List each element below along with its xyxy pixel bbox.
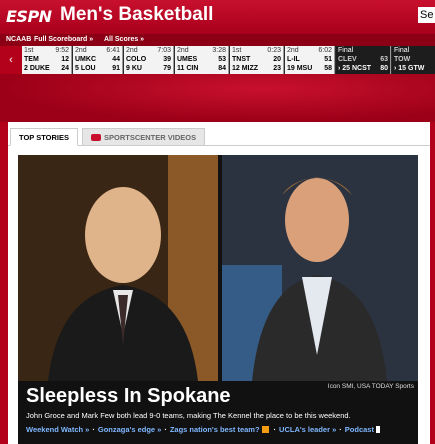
story-blurb: John Groce and Mark Few both lead 9-0 te… <box>26 411 351 420</box>
tab-sportscenter-videos[interactable]: SPORTSCENTER VIDEOS <box>82 128 206 146</box>
game-card[interactable]: 2nd 6:02 L-IL 51 19 MSU 58 <box>285 46 335 74</box>
audio-icon <box>375 426 383 433</box>
tab-label: SPORTSCENTER VIDEOS <box>104 133 197 142</box>
game-card[interactable]: 1st 0:23 TNST 20 12 MIZZ 23 <box>230 46 284 74</box>
link-uclas-leader[interactable]: UCLA's leader » <box>279 425 336 434</box>
header-bar: ESPN Men's Basketball Se <box>0 0 435 34</box>
game-card[interactable]: Final CLEV 63 › 25 NCST 80 <box>336 46 391 74</box>
insider-icon <box>261 426 269 433</box>
espn-logo[interactable]: ESPN <box>6 7 52 26</box>
scoreboard-nav: NCAAB Full Scoreboard » All Scores » <box>0 34 435 46</box>
story-headline[interactable]: Sleepless In Spokane <box>26 385 231 408</box>
game-card[interactable]: 1st 9:52 TEM 12 2 DUKE 24 <box>22 46 72 74</box>
header-background <box>0 74 435 122</box>
search-input[interactable]: Se <box>418 7 435 23</box>
coach-photo-left <box>18 155 218 381</box>
link-zags-best-team[interactable]: Zags nation's best team? <box>170 425 260 434</box>
game-card[interactable]: 2nd 7:03 COLO 39 9 KU 79 <box>124 46 174 74</box>
video-icon <box>91 134 101 141</box>
tab-top-stories[interactable]: TOP STORIES <box>10 128 79 146</box>
game-card[interactable]: 2nd 6:41 UMKC 44 5 LOU 91 <box>73 46 123 74</box>
link-podcast[interactable]: Podcast <box>345 425 374 434</box>
scoreboard: ‹ 1st 9:52 TEM 12 2 DUKE 24 2nd 6:41 UMKC 44 … <box>0 46 435 74</box>
game-card[interactable]: 2nd 3:28 UMES 53 11 CIN 84 <box>175 46 229 74</box>
scroll-left-button[interactable]: ‹ <box>0 46 22 74</box>
hero-story[interactable]: Icon SMI, USA TODAY Sports Sleepless In … <box>18 155 418 444</box>
photo-credit: Icon SMI, USA TODAY Sports <box>327 383 414 390</box>
tab-bar: TOP STORIES SPORTSCENTER VIDEOS <box>8 128 430 146</box>
page-title[interactable]: Men's Basketball <box>60 4 213 26</box>
related-links: Weekend Watch » · Gonzaga's edge » · Zags na… <box>26 425 383 434</box>
game-card[interactable]: Final TOW › 15 GTW <box>392 46 435 74</box>
coach-photo-right <box>222 155 418 381</box>
link-weekend-watch[interactable]: Weekend Watch » <box>26 425 89 434</box>
top-stories-panel: TOP STORIES SPORTSCENTER VIDEOS Icon SMI… <box>8 122 430 444</box>
link-gonzagas-edge[interactable]: Gonzaga's edge » <box>98 425 161 434</box>
full-scoreboard-link[interactable]: Full Scoreboard » <box>34 36 93 43</box>
story-photo[interactable] <box>18 155 218 381</box>
league-label: NCAAB <box>6 36 32 43</box>
all-scores-link[interactable]: All Scores » <box>104 36 144 43</box>
story-photo[interactable] <box>222 155 418 381</box>
